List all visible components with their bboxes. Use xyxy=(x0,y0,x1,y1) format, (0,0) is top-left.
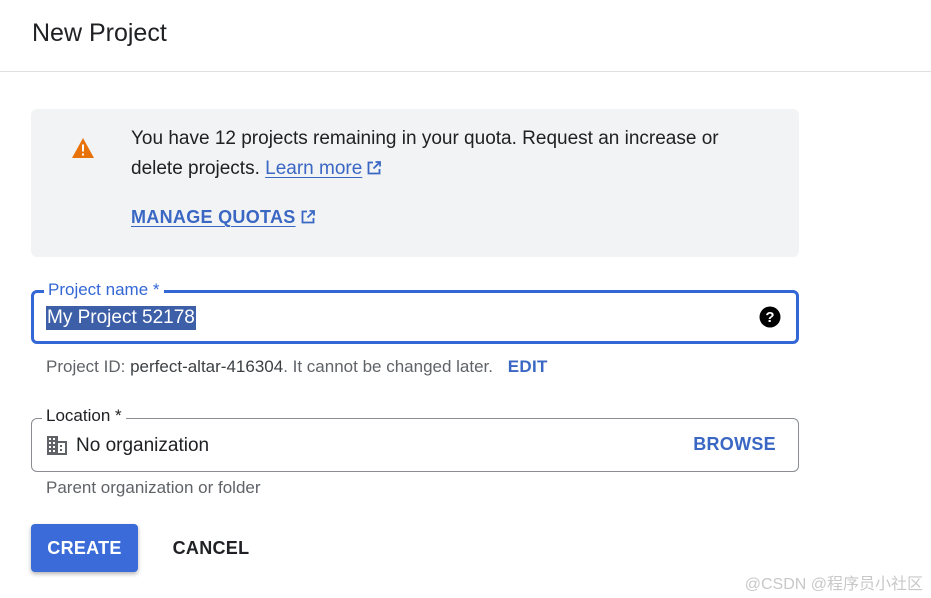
page-title: New Project xyxy=(32,19,167,47)
learn-more-link[interactable]: Learn more xyxy=(265,158,362,179)
project-name-field[interactable]: Project name * My Project 52178 ? xyxy=(31,280,799,344)
project-id-value: perfect-altar-416304 xyxy=(130,357,284,376)
location-value: No organization xyxy=(76,435,210,456)
building-icon xyxy=(47,436,67,455)
external-link-icon xyxy=(301,210,315,224)
project-id-suffix: . It cannot be changed later. xyxy=(283,357,494,376)
manage-quotas-label: MANAGE QUOTAS xyxy=(131,207,296,227)
external-link-icon xyxy=(367,161,382,175)
browse-button[interactable]: BROWSE xyxy=(693,434,776,455)
quota-message-text: You have 12 projects remaining in your q… xyxy=(131,128,719,179)
quota-banner: You have 12 projects remaining in your q… xyxy=(31,109,799,257)
project-name-label: Project name * xyxy=(44,280,164,300)
project-id-row: Project ID: perfect-altar-416304. It can… xyxy=(46,357,548,377)
learn-more-label: Learn more xyxy=(265,158,363,179)
warning-icon xyxy=(72,138,94,158)
quota-message: You have 12 projects remaining in your q… xyxy=(131,124,771,184)
watermark: @CSDN @程序员小社区 xyxy=(744,576,923,593)
location-field[interactable]: Location * No organization BROWSE xyxy=(31,406,799,472)
project-id-prefix: Project ID: xyxy=(46,357,126,376)
create-button[interactable]: CREATE xyxy=(31,524,138,572)
manage-quotas-link[interactable]: MANAGE QUOTAS xyxy=(131,207,316,228)
location-hint: Parent organization or folder xyxy=(46,478,261,497)
location-label: Location * xyxy=(42,406,126,426)
svg-text:?: ? xyxy=(765,309,774,326)
project-name-input[interactable]: My Project 52178 xyxy=(46,306,196,330)
page-header: New Project xyxy=(0,0,931,72)
help-icon[interactable]: ? xyxy=(759,306,781,328)
edit-project-id-button[interactable]: EDIT xyxy=(508,357,548,376)
cancel-button[interactable]: CANCEL xyxy=(158,524,264,572)
